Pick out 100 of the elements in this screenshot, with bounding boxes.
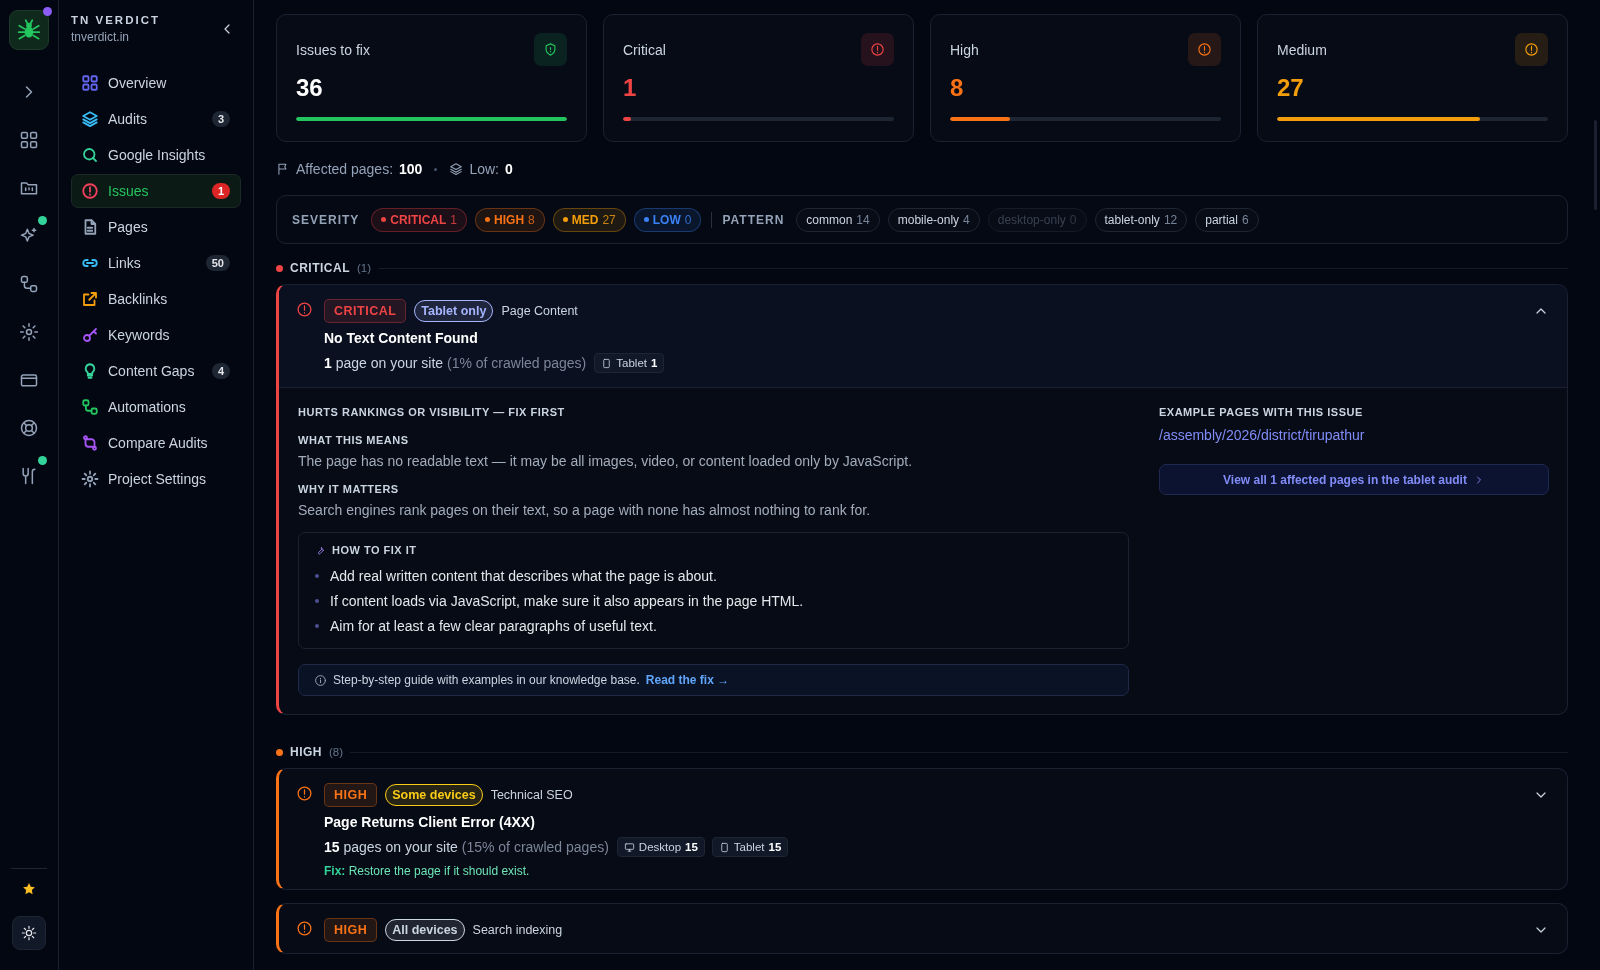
nav-item[interactable]: Project Settings [71, 462, 241, 496]
category-label: Page Content [501, 304, 578, 318]
nav-item[interactable]: Overview [71, 66, 241, 100]
pattern-chip[interactable]: mobile-only 4 [887, 207, 980, 232]
block-heading: WHY IT MATTERS [298, 483, 400, 495]
fix-step: If content loads via JavaScript, make sure it also appears in the page HTML. [330, 593, 804, 609]
block-text: Search engines rank pages on their text, so a page with none has almost nothing to rank for. [298, 502, 872, 518]
layers-icon [449, 162, 464, 176]
star-icon[interactable] [21, 881, 37, 897]
category-label: Technical SEO [490, 788, 573, 802]
stat-label: Critical [623, 41, 666, 58]
count-badge: 50 [205, 255, 230, 271]
stat-label: Medium [1277, 41, 1327, 58]
category-label: Search indexing [472, 923, 563, 937]
scope-tag: Some devices [385, 784, 483, 806]
read-fix-link[interactable]: Read the fix → [645, 673, 730, 687]
alert-icon [296, 785, 313, 802]
monitor-icon [623, 841, 635, 853]
tablet-icon [601, 357, 613, 369]
impact-heading: HURTS RANKINGS OR VISIBILITY — FIX FIRST [298, 406, 566, 418]
lifebuoy-icon[interactable] [19, 418, 39, 438]
severity-chip[interactable]: LOW 0 [633, 207, 702, 232]
section-heading: HIGH [290, 745, 322, 759]
summary-label: Affected pages: [296, 161, 394, 177]
severity-dot [276, 264, 283, 272]
sun-icon [21, 925, 37, 941]
fix-hint: Fix: Restore the page if it should exist. [324, 864, 531, 878]
panel-heading: HOW TO FIX IT [332, 544, 417, 556]
block-heading: WHAT THIS MEANS [298, 434, 410, 446]
severity-tag: HIGH [324, 783, 378, 807]
summary-value: 100 [399, 161, 423, 177]
example-page-link[interactable]: /assembly/2026/district/tirupathur [1159, 427, 1549, 443]
count-badge: 3 [211, 111, 230, 127]
nav-item[interactable]: Google Insights [71, 138, 241, 172]
summary-value: 0 [505, 161, 513, 177]
pattern-chip[interactable]: tablet-only 12 [1094, 207, 1188, 232]
section-count: (8) [329, 746, 344, 758]
guide-text: Step-by-step guide with examples in our knowledge base. [333, 673, 640, 687]
theme-toggle-button[interactable] [12, 916, 46, 950]
affected-count: 15 pages on your site (15% of crawled pages) [324, 839, 609, 855]
stat-value: 8 [950, 74, 965, 102]
block-text: The page has no readable text — it may be all images, video, or content loaded only by JavaScript. [298, 453, 914, 469]
severity-chip[interactable]: HIGH 8 [475, 207, 545, 232]
stat-value: 27 [1277, 74, 1305, 102]
section-count: (1) [357, 262, 372, 274]
pattern-chip[interactable]: common 14 [796, 207, 880, 232]
logo-tile[interactable] [9, 10, 49, 50]
nav-item[interactable]: Issues 1 [71, 174, 241, 208]
alert-icon [296, 301, 313, 318]
view-all-button[interactable]: View all 1 affected pages in the tablet audit [1159, 464, 1549, 495]
settings-icon[interactable] [19, 322, 39, 342]
stat-value: 36 [296, 74, 324, 102]
severity-chip[interactable]: CRITICAL 1 [371, 207, 468, 232]
nav-item[interactable]: Audits 3 [71, 102, 241, 136]
scope-tag: Tablet only [414, 300, 494, 322]
filter-label: PATTERN [722, 212, 785, 227]
flag-icon [276, 162, 290, 176]
shield-icon [534, 33, 567, 66]
project-domain: tnverdict.in [71, 30, 131, 44]
count-badge: 1 [211, 183, 230, 199]
affected-count: 1 page on your site (1% of crawled pages) [324, 355, 587, 371]
tablet-icon [718, 841, 730, 853]
project-name: TN VERDICT [71, 14, 160, 26]
wrench-icon [315, 544, 326, 556]
issue-title[interactable]: Page Returns Client Error (4XX) [324, 814, 1522, 830]
severity-tag: CRITICAL [324, 299, 407, 323]
alert-icon [1515, 33, 1548, 66]
device-chip: Tablet 1 [594, 353, 665, 373]
route-icon[interactable] [19, 466, 39, 486]
section-heading: CRITICAL [290, 261, 350, 275]
nav-item[interactable]: Compare Audits [71, 426, 241, 460]
count-badge: 4 [211, 363, 230, 379]
info-icon [314, 673, 327, 687]
stat-label: Issues to fix [296, 41, 370, 58]
fix-step: Add real written content that describes what the page is about. [330, 568, 717, 584]
nav-item[interactable]: Links 50 [71, 246, 241, 280]
pattern-chip[interactable]: partial 6 [1195, 207, 1259, 232]
stat-label: High [950, 41, 979, 58]
summary-label: Low: [469, 161, 499, 177]
grid-icon[interactable] [19, 130, 39, 150]
alert-icon [861, 33, 894, 66]
severity-tag: HIGH [324, 918, 378, 942]
fix-step: Aim for at least a few clear paragraphs of useful text. [330, 618, 657, 634]
nav-item[interactable]: Pages [71, 210, 241, 244]
nav-item[interactable]: Content Gaps 4 [71, 354, 241, 388]
stat-value: 1 [623, 74, 638, 102]
examples-heading: EXAMPLE PAGES WITH THIS ISSUE [1159, 406, 1364, 418]
scope-tag: All devices [385, 919, 465, 941]
alert-icon [296, 920, 313, 937]
nav-item[interactable]: Keywords [71, 318, 241, 352]
severity-dot [276, 748, 283, 756]
device-chip: Tablet 15 [711, 837, 789, 857]
filter-label: SEVERITY [292, 212, 360, 227]
issue-title[interactable]: No Text Content Found [324, 330, 1522, 346]
severity-chip[interactable]: MED 27 [552, 207, 626, 232]
nav-item[interactable]: Backlinks [71, 282, 241, 316]
alert-icon [1188, 33, 1221, 66]
nodes-icon[interactable] [19, 274, 39, 294]
nav-item[interactable]: Automations [71, 390, 241, 424]
device-chip: Desktop 15 [616, 837, 705, 857]
